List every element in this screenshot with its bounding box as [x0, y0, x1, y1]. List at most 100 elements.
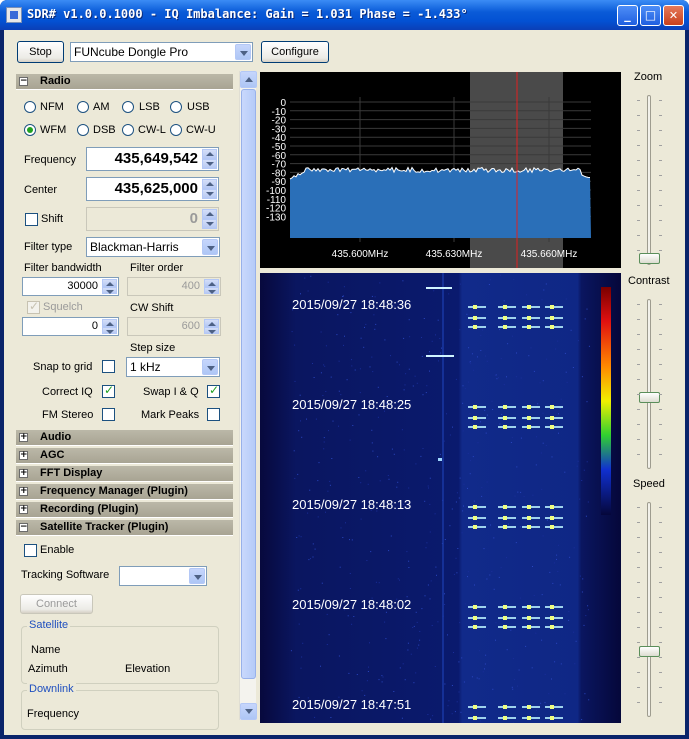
- squelch-checkbox[interactable]: [27, 299, 40, 314]
- frequency-axis: 435.600MHz 435.630MHz 435.660MHz: [332, 249, 578, 260]
- filter-type-select[interactable]: Blackman-Harris: [86, 237, 220, 257]
- squelch-input[interactable]: 0: [22, 317, 119, 336]
- expand-icon[interactable]: +: [19, 451, 28, 460]
- center-spinner[interactable]: [202, 179, 217, 199]
- title-bar[interactable]: SDR# v1.0.0.1000 - IQ Imbalance: Gain = …: [0, 0, 689, 30]
- speed-slider-thumb[interactable]: [639, 646, 660, 657]
- fm-stereo-checkbox[interactable]: [102, 408, 115, 421]
- mode-radio-nfm[interactable]: [24, 101, 36, 113]
- recording-section-header[interactable]: + Recording (Plugin): [16, 502, 233, 518]
- shift-label: Shift: [41, 213, 64, 225]
- mode-label-wfm: WFM: [40, 124, 67, 136]
- scroll-thumb[interactable]: [241, 89, 256, 679]
- left-panel-scrollbar[interactable]: [239, 71, 257, 720]
- contrast-slider[interactable]: [637, 294, 662, 474]
- mode-radio-usb[interactable]: [170, 101, 182, 113]
- frequency-spinner[interactable]: [202, 149, 217, 169]
- enable-checkbox[interactable]: [24, 544, 37, 557]
- mode-radio-cwu[interactable]: [170, 124, 182, 136]
- stop-button[interactable]: Stop: [17, 41, 64, 63]
- collapse-icon[interactable]: −: [19, 523, 28, 532]
- filter-order-input[interactable]: 400: [127, 277, 221, 296]
- chevron-down-icon[interactable]: [189, 568, 205, 584]
- fft-section-header[interactable]: + FFT Display: [16, 466, 233, 482]
- mark-peaks-label: Mark Peaks: [141, 409, 200, 421]
- agc-section-header[interactable]: + AGC: [16, 448, 233, 464]
- filter-order-value: 400: [181, 280, 200, 292]
- frequency-input[interactable]: 435,649,542: [86, 147, 219, 171]
- chevron-down-icon[interactable]: [202, 359, 218, 375]
- satellite-tracker-section-title: Satellite Tracker (Plugin): [40, 521, 169, 533]
- db-tick-label: -130: [266, 212, 286, 223]
- shift-spinner[interactable]: [202, 209, 217, 229]
- tracking-software-label: Tracking Software: [21, 569, 110, 581]
- zoom-slider[interactable]: [637, 90, 662, 270]
- frequency-tick-label: 435.660MHz: [521, 249, 578, 260]
- close-button[interactable]: ✕: [663, 5, 684, 26]
- elevation-label: Elevation: [125, 663, 171, 675]
- filter-bandwidth-value: 30000: [67, 280, 98, 292]
- tracking-software-select[interactable]: [119, 566, 207, 586]
- scroll-down-icon[interactable]: [240, 703, 257, 720]
- center-input[interactable]: 435,625,000: [86, 177, 219, 201]
- maximize-button[interactable]: □: [640, 5, 661, 26]
- speed-slider[interactable]: [637, 497, 662, 722]
- connect-button[interactable]: Connect: [20, 594, 93, 614]
- snap-to-grid-label: Snap to grid: [33, 361, 93, 373]
- squelch-spinner[interactable]: [102, 319, 117, 334]
- timestamp: 2015/09/27 18:48:13: [292, 497, 411, 512]
- mode-label-am: AM: [93, 101, 110, 113]
- mode-radio-am[interactable]: [77, 101, 89, 113]
- device-select[interactable]: FUNcube Dongle Pro: [70, 42, 253, 62]
- squelch-value: 0: [91, 320, 98, 332]
- scroll-up-icon[interactable]: [240, 71, 257, 88]
- filter-bandwidth-input[interactable]: 30000: [22, 277, 119, 296]
- cw-shift-value: 600: [181, 320, 200, 332]
- window-title: SDR# v1.0.0.1000 - IQ Imbalance: Gain = …: [27, 7, 468, 21]
- snap-to-grid-checkbox[interactable]: [102, 360, 115, 373]
- mode-radio-cwl[interactable]: [122, 124, 134, 136]
- filter-order-spinner[interactable]: [204, 279, 219, 294]
- waterfall-display[interactable]: 2015/09/27 18:48:36 2015/09/27 18:48:25 …: [260, 273, 621, 723]
- satellite-tracker-section-header[interactable]: − Satellite Tracker (Plugin): [16, 520, 233, 536]
- chevron-down-icon[interactable]: [202, 239, 218, 255]
- expand-icon[interactable]: +: [19, 505, 28, 514]
- spectrum-display[interactable]: 0 -10 -20 -30 -40 -50 -60 -70 -80 -90 -100 -110 -120…: [260, 72, 621, 268]
- swap-iq-checkbox[interactable]: [207, 383, 220, 398]
- shift-input[interactable]: 0: [86, 207, 219, 231]
- contrast-slider-thumb[interactable]: [639, 392, 660, 403]
- fft-section-title: FFT Display: [40, 467, 103, 479]
- mark-peaks-checkbox[interactable]: [207, 408, 220, 421]
- main-client-area: Stop FUNcube Dongle Pro Configure − Radi…: [4, 30, 685, 735]
- expand-icon[interactable]: +: [19, 469, 28, 478]
- timestamp: 2015/09/27 18:48:36: [292, 297, 411, 312]
- collapse-icon[interactable]: −: [19, 77, 28, 86]
- mode-radio-wfm[interactable]: [24, 124, 36, 136]
- device-select-value: FUNcube Dongle Pro: [74, 45, 189, 59]
- step-size-value: 1 kHz: [130, 360, 161, 374]
- mode-radio-lsb[interactable]: [122, 101, 134, 113]
- expand-icon[interactable]: +: [19, 487, 28, 496]
- shift-checkbox[interactable]: [25, 213, 38, 226]
- frequency-tick-label: 435.630MHz: [426, 249, 483, 260]
- cw-shift-input[interactable]: 600: [127, 317, 221, 336]
- correct-iq-checkbox[interactable]: [102, 383, 115, 398]
- cw-shift-spinner[interactable]: [204, 319, 219, 334]
- frequency-label: Frequency: [24, 154, 76, 166]
- step-size-select[interactable]: 1 kHz: [126, 357, 220, 377]
- radio-section-header[interactable]: − Radio: [16, 74, 233, 90]
- frequency-manager-section-header[interactable]: + Frequency Manager (Plugin): [16, 484, 233, 500]
- minimize-button[interactable]: _: [617, 5, 638, 26]
- zoom-slider-thumb[interactable]: [639, 253, 660, 264]
- mode-radio-dsb[interactable]: [77, 124, 89, 136]
- color-scale: [601, 287, 611, 515]
- configure-button[interactable]: Configure: [261, 41, 329, 63]
- center-label: Center: [24, 184, 58, 196]
- expand-icon[interactable]: +: [19, 433, 28, 442]
- chevron-down-icon[interactable]: [235, 44, 251, 60]
- mode-label-lsb: LSB: [139, 101, 160, 113]
- timestamp: 2015/09/27 18:47:51: [292, 697, 411, 712]
- downlink-frequency-label: Frequency: [27, 708, 79, 720]
- audio-section-header[interactable]: + Audio: [16, 430, 233, 446]
- filter-bandwidth-spinner[interactable]: [102, 279, 117, 294]
